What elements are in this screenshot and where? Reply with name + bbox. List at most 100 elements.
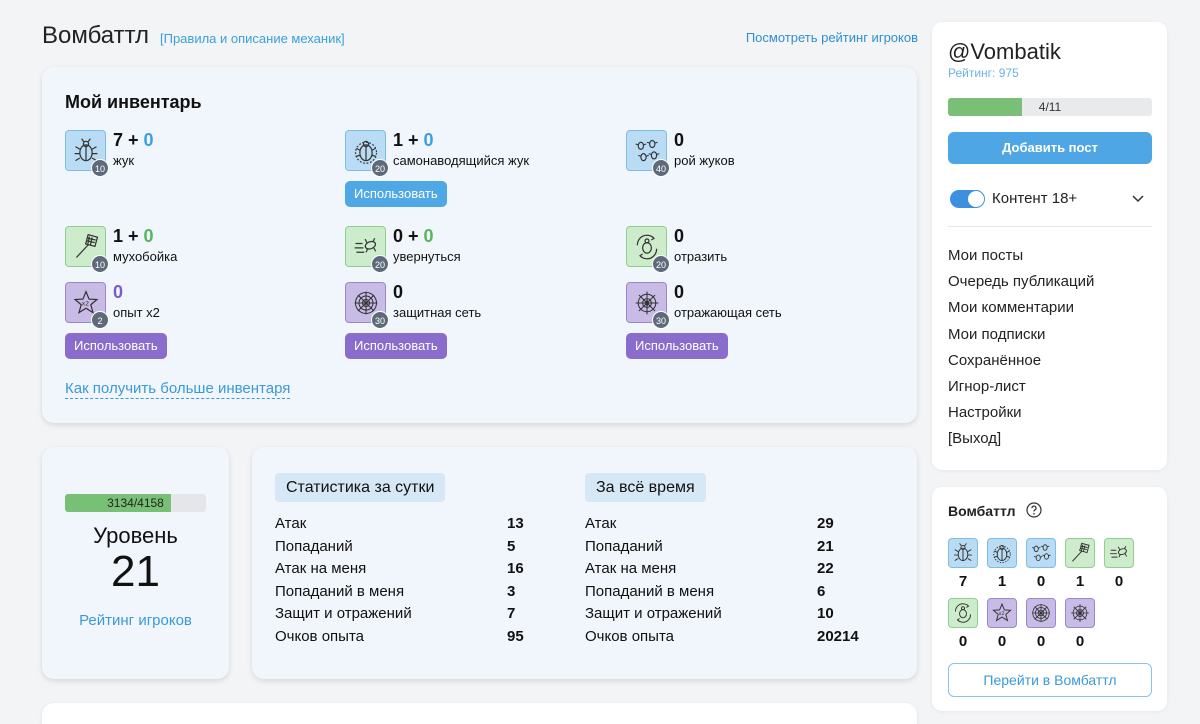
adult-content-toggle[interactable]: [950, 190, 985, 208]
stat-value: 29: [817, 515, 834, 532]
stat-value: 21: [817, 537, 834, 555]
item-cost-badge: 30: [371, 311, 389, 329]
profile-menu-item[interactable]: Очередь публикаций: [948, 273, 1094, 299]
profile-menu-item[interactable]: Мои подписки: [948, 326, 1094, 352]
stat-value: 3: [507, 582, 516, 600]
battle-item-count: 0: [958, 633, 968, 650]
battle-item-count: 1: [1075, 573, 1085, 590]
beetle-swarm-icon: [1026, 538, 1056, 568]
profile-menu-item[interactable]: [Выход]: [948, 430, 1094, 456]
page-header: Вомбаттл [Правила и описание механик] По…: [42, 22, 918, 54]
inventory-item-dodge: 20 0 + 0 увернуться: [345, 226, 585, 273]
stat-row: Попаданий 5: [275, 538, 525, 561]
item-cost-badge: 2: [91, 311, 109, 329]
stat-value: 20214: [817, 627, 859, 645]
profile-card: @Vombatik Рейтинг: 975 4/11 Добавить пос…: [932, 22, 1167, 470]
divider: [948, 226, 1152, 227]
inventory-item-protective-web: 30 0 защитная сеть: [345, 282, 585, 329]
item-cost-badge: 30: [652, 311, 670, 329]
inventory-item-beetle-swarm: 40 0 рой жуков: [626, 130, 866, 177]
inventory-title: Мой инвентарь: [65, 92, 202, 112]
use-homing-beetle-button[interactable]: Использовать: [345, 181, 447, 207]
profile-progress-bar: 4/11: [948, 98, 1152, 116]
item-cost-badge: 20: [371, 255, 389, 273]
inventory-card: Мой инвентарь 10 7 + 0 жук 20 1 + 0 само…: [42, 67, 917, 423]
battle-widget: Вомбаттл 7 1 0 1 0 0 x2 0 0 0 Перейти в …: [932, 487, 1167, 711]
stat-label: Атак на меня: [585, 560, 677, 577]
stat-label: Атак: [275, 515, 307, 532]
players-rating-link[interactable]: Посмотреть рейтинг игроков: [746, 30, 918, 45]
stat-row: Защит и отражений 7: [275, 605, 525, 628]
stat-label: Попаданий в меня: [585, 582, 715, 600]
use-protective-web-button[interactable]: Использовать: [345, 333, 447, 359]
rules-link[interactable]: [Правила и описание механик]: [160, 31, 345, 46]
players-rating-link-small[interactable]: Рейтинг игроков: [42, 612, 229, 629]
go-to-battle-button[interactable]: Перейти в Вомбаттл: [948, 663, 1152, 697]
next-card: [42, 703, 917, 724]
stat-row: Атак 13: [275, 515, 525, 538]
help-icon[interactable]: [1026, 502, 1042, 518]
item-name: защитная сеть: [393, 305, 482, 320]
profile-progress-text: 4/11: [1038, 100, 1062, 114]
stat-value: 7: [507, 605, 516, 622]
stat-label: Попаданий: [585, 537, 663, 555]
stat-value: 95: [507, 627, 524, 645]
use-exp-x2-button[interactable]: Использовать: [65, 333, 167, 359]
stat-label: Атак: [585, 515, 617, 532]
beetle-icon: [948, 538, 978, 568]
item-count: 0: [393, 282, 404, 302]
dodge-icon: [1104, 538, 1134, 568]
item-count: 1 + 0: [393, 130, 434, 150]
flyswatter-icon: [1065, 538, 1095, 568]
star-x2-icon: x2: [987, 598, 1017, 628]
stat-label: Атак на меня: [275, 560, 367, 577]
stats-card: Статистика за сутки За всё время Атак 13 П…: [252, 447, 917, 679]
chevron-down-icon[interactable]: [1131, 191, 1145, 205]
level-progress-bar: 3134/4158: [65, 494, 206, 512]
profile-menu-item[interactable]: Настройки: [948, 404, 1094, 430]
stat-row: Попаданий в меня 6: [585, 583, 865, 606]
profile-menu-item[interactable]: Мои посты: [948, 247, 1094, 273]
daily-stats-list: Атак 13 Попаданий 5 Атак на меня 16 Попаданий …: [275, 515, 525, 650]
stat-value: 6: [817, 582, 826, 600]
alltime-stats-title: За всё время: [585, 473, 706, 502]
battle-widget-title: Вомбаттл: [948, 503, 1016, 519]
stat-value: 13: [507, 515, 524, 532]
homing-beetle-icon: [987, 538, 1017, 568]
profile-menu-item[interactable]: Сохранённое: [948, 352, 1094, 378]
user-rating: Рейтинг: 975: [948, 66, 1019, 80]
item-count: 0: [674, 130, 685, 150]
inventory-item-flyswatter: 10 1 + 0 мухобойка: [65, 226, 305, 273]
battle-item-count: 0: [1075, 633, 1085, 650]
stat-label: Защит и отражений: [585, 605, 722, 622]
adult-content-label: Контент 18+: [992, 190, 1078, 207]
item-name: увернуться: [393, 249, 461, 264]
item-count: 0: [674, 226, 685, 246]
username[interactable]: @Vombatik: [948, 39, 1061, 65]
toggle-knob: [968, 191, 984, 207]
stat-value: 16: [507, 560, 524, 577]
daily-stats-title: Статистика за сутки: [275, 473, 446, 502]
battle-item-count: 0: [1036, 573, 1046, 590]
inventory-item-exp-x2: x2 2 0 опыт x2: [65, 282, 305, 329]
profile-menu-item[interactable]: Игнор-лист: [948, 378, 1094, 404]
web-icon: [1026, 598, 1056, 628]
inventory-item-homing-beetle: 20 1 + 0 самонаводящийся жук: [345, 130, 585, 177]
stat-row: Атак на меня 16: [275, 560, 525, 583]
item-cost-badge: 20: [371, 159, 389, 177]
battle-item-count: 0: [1114, 573, 1124, 590]
stat-label: Очков опыта: [585, 627, 674, 645]
item-cost-badge: 10: [91, 255, 109, 273]
svg-text:x2: x2: [81, 300, 89, 307]
use-reflecting-web-button[interactable]: Использовать: [626, 333, 728, 359]
item-name: мухобойка: [113, 249, 178, 264]
battle-item-count: 1: [997, 573, 1007, 590]
stat-label: Попаданий в меня: [275, 582, 405, 600]
get-more-inventory-link[interactable]: Как получить больше инвентаря: [65, 380, 291, 399]
stat-row: Атак 29: [585, 515, 865, 538]
stat-value: 5: [507, 537, 516, 555]
item-count: 0: [113, 282, 124, 302]
add-post-button[interactable]: Добавить пост: [948, 132, 1152, 164]
item-cost-badge: 10: [91, 159, 109, 177]
profile-menu-item[interactable]: Мои комментарии: [948, 299, 1094, 325]
